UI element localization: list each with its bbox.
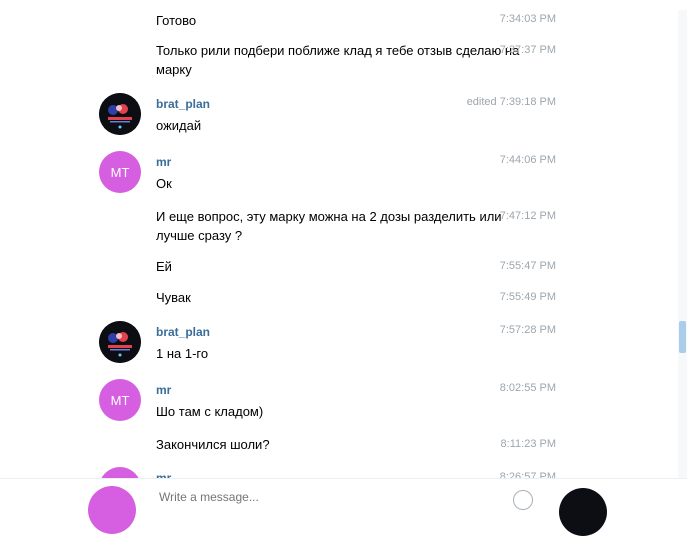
brat-plan-logo-icon (99, 321, 141, 363)
message-text: И еще вопрос, эту марку можна на 2 дозы … (156, 209, 502, 243)
message-author[interactable]: mr (156, 155, 171, 169)
message-author[interactable]: brat_plan (156, 325, 210, 339)
brat-plan-avatar[interactable] (99, 93, 141, 135)
mr-avatar[interactable]: MT (99, 379, 141, 421)
chat-history: Готово 7:34:03 PM Только рили подбери по… (0, 0, 687, 498)
my-avatar[interactable] (88, 486, 136, 534)
message-time: 7:55:49 PM (499, 291, 556, 303)
message-text: Шо там с кладом) (156, 404, 264, 419)
message-time: 7:55:47 PM (499, 260, 556, 272)
message-text: Только рили подбери поближе клад я тебе … (156, 43, 520, 77)
message-author[interactable]: brat_plan (156, 97, 210, 111)
message-text: Ок (156, 176, 172, 191)
brat-plan-avatar[interactable] (559, 488, 607, 536)
message-text: Закончился шоли? (156, 437, 270, 452)
edited-label: edited (466, 96, 497, 108)
message-time: 7:37:37 PM (499, 44, 556, 56)
chat-scrollbar[interactable] (678, 10, 687, 498)
message-time: 8:11:23 PM (500, 438, 556, 450)
chat-scrollbar-thumb[interactable] (679, 321, 686, 353)
message-time: edited 7:39:18 PM (467, 96, 556, 108)
message-time: 7:57:28 PM (499, 324, 556, 336)
message-text: Готово (156, 13, 197, 28)
message-time: 7:47:12 PM (499, 210, 556, 222)
message-input[interactable] (159, 490, 459, 504)
message-time: 7:34:03 PM (499, 13, 556, 25)
message-time: 8:02:55 PM (499, 382, 556, 394)
message-text: Чувак (156, 290, 191, 305)
message-text: Ей (156, 259, 172, 274)
brat-plan-avatar[interactable] (99, 321, 141, 363)
mr-avatar[interactable]: MT (99, 151, 141, 193)
message-time-value: 7:39:18 PM (499, 96, 556, 108)
message-time: 7:44:06 PM (499, 154, 556, 166)
message-text: 1 на 1-го (156, 346, 209, 361)
message-author[interactable]: mr (156, 383, 171, 397)
smile-icon[interactable] (513, 490, 533, 510)
brat-plan-logo-icon (99, 93, 141, 135)
message-text: ожидай (156, 118, 202, 133)
